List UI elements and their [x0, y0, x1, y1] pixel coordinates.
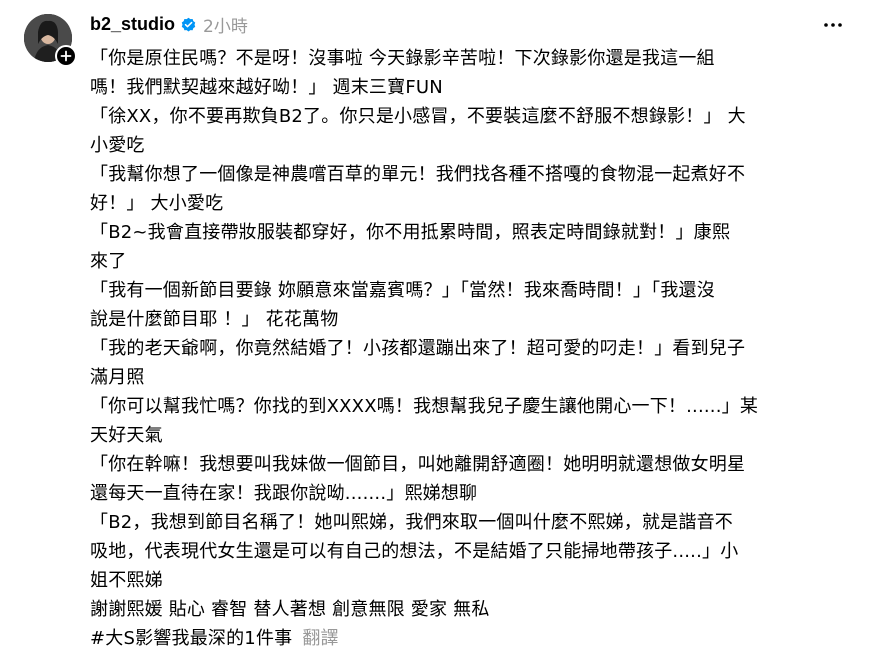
post-text-line: 還每天一直待在家！我跟你說呦.......」熙娣想聊 — [90, 483, 478, 504]
verified-badge-icon — [180, 16, 197, 33]
post-text-line: 小愛吃 — [90, 135, 145, 156]
post-text: 「你是原住民嗎？不是呀！沒事啦 今天錄影辛苦啦！下次錄影你還是我這一組 嗎！我們… — [90, 44, 860, 653]
post-text-line: 「我的老天爺啊，你竟然結婚了！小孩都還蹦出來了！超可愛的叼走！」看到兒子 — [90, 338, 746, 359]
hashtag-row: #大S影響我最深的1件事 翻譯 — [90, 624, 860, 653]
post-time[interactable]: 2小時 — [203, 12, 248, 37]
translate-button[interactable]: 翻譯 — [302, 628, 338, 649]
post-header: b2_studio 2小時 — [90, 11, 248, 37]
post-text-line: 「B2~我會直接帶妝服裝都穿好，你不用抵累時間，照表定時間錄就對！」康熙 — [90, 222, 731, 243]
post-text-line: 好！」 大小愛吃 — [90, 193, 224, 214]
post-text-line: 嗎！我們默契越來越好呦！」 週末三寶FUN — [90, 77, 443, 98]
post-text-line: 吸地，代表現代女生還是可以有自己的想法，不是結婚了只能掃地帶孩子.....」小 — [90, 541, 739, 562]
post-text-line: 姐不熙娣 — [90, 570, 163, 591]
more-options-button[interactable] — [821, 13, 845, 37]
post-text-line: 說是什麼節目耶 ！」 花花萬物 — [90, 309, 339, 330]
post-text-line: 滿月照 — [90, 367, 145, 388]
post-text-line: 「你是原住民嗎？不是呀！沒事啦 今天錄影辛苦啦！下次錄影你還是我這一組 — [90, 48, 715, 69]
avatar-container[interactable] — [24, 14, 77, 67]
post-text-line: 天好天氣 — [90, 425, 163, 446]
post-text-line: 來了 — [90, 251, 127, 272]
post-text-line: 謝謝熙媛 貼心 睿智 替人著想 創意無限 愛家 無私 — [90, 599, 490, 620]
plus-icon — [60, 50, 72, 62]
more-horizontal-icon — [824, 23, 842, 27]
username-link[interactable]: b2_studio — [90, 14, 175, 35]
post-text-line: 「徐XX，你不要再欺負B2了。你只是小感冒，不要裝這麼不舒服不想錄影！」 大 — [90, 106, 746, 127]
post-text-line: 「你可以幫我忙嗎？你找的到XXXX嗎！我想幫我兒子慶生讓他開心一下！......… — [90, 396, 759, 417]
follow-button[interactable] — [55, 45, 77, 67]
post-text-line: 「你在幹嘛！我想要叫我妹做一個節目，叫她離開舒適圈！她明明就還想做女明星 — [90, 454, 746, 475]
post-text-line: 「我有一個新節目要錄 妳願意來當嘉賓嗎？」「當然！我來喬時間！」「我還沒 — [90, 280, 715, 301]
hashtag-link[interactable]: #大S影響我最深的1件事 — [90, 628, 292, 649]
post-text-line: 「我幫你想了一個像是神農嚐百草的單元！我們找各種不搭嘎的食物混一起煮好不 — [90, 164, 746, 185]
post-text-line: 「B2，我想到節目名稱了！她叫熙娣，我們來取一個叫什麼不熙娣，就是諧音不 — [90, 512, 733, 533]
